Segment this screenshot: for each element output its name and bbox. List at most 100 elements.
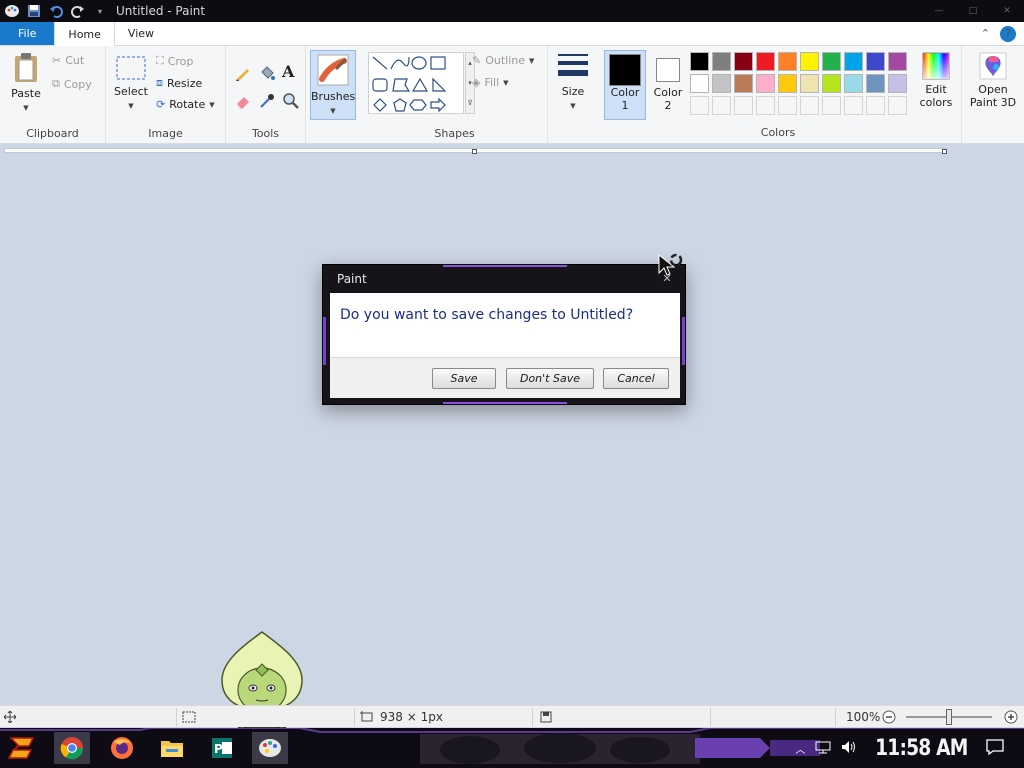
dont-save-button[interactable]: Don't Save [506,368,594,389]
canvas-area[interactable] [0,145,1024,705]
save-button[interactable]: Save [432,368,496,389]
close-button[interactable]: ✕ [990,0,1024,22]
image-size-text: 938 × 1px [380,710,443,724]
custom-color-slot[interactable] [734,96,753,115]
custom-color-slot[interactable] [778,96,797,115]
outline-button[interactable]: ✎ Outline ▼ [472,54,534,67]
taskbar-publisher[interactable]: P [204,732,240,764]
maximize-button[interactable]: □ [956,0,990,22]
redo-icon[interactable] [70,3,86,19]
palette-swatch[interactable] [844,52,863,71]
crop-button[interactable]: ⛶ Crop [156,54,193,68]
palette-swatch[interactable] [690,74,709,93]
color1-button[interactable]: Color 1 [604,50,646,120]
shapes-gallery[interactable] [368,52,464,114]
start-button[interactable] [4,732,40,764]
palette-swatch[interactable] [888,74,907,93]
firefox-icon [111,737,133,759]
size-button[interactable]: Size ▼ [552,52,594,111]
copy-button[interactable]: ⧉ Copy [52,77,92,91]
zoom-slider[interactable] [906,706,994,728]
custom-color-slot[interactable] [866,96,885,115]
size-dropdown-icon[interactable]: ▼ [570,102,575,110]
palette-swatch[interactable] [844,74,863,93]
undo-icon[interactable] [48,3,64,19]
volume-icon[interactable] [841,740,857,757]
custom-color-slot[interactable] [822,96,841,115]
select-dropdown-icon[interactable]: ▼ [128,102,133,110]
edit-colors-button[interactable]: Edit colors [912,52,960,109]
palette-swatch[interactable] [756,52,775,71]
eraser-icon[interactable] [234,92,252,110]
fill-bucket-icon[interactable] [258,64,276,82]
notifications-icon[interactable] [986,738,1004,758]
select-button[interactable]: Select ▼ [112,54,150,111]
zoom-out-button[interactable] [882,706,896,728]
tray-overflow-icon[interactable]: ︿ [795,741,805,756]
brushes-dropdown-icon[interactable]: ▼ [330,107,335,115]
cut-button[interactable]: ✂ Cut [52,54,84,67]
taskbar-chrome[interactable] [54,732,90,764]
rotate-button[interactable]: ⟳ Rotate ▼ [156,98,215,111]
brushes-button[interactable]: Brushes ▼ [310,50,356,120]
resize-icon: ⧈ [156,76,163,89]
palette-swatch[interactable] [866,52,885,71]
tab-view[interactable]: View [115,22,167,45]
line-shape-icon [372,56,388,70]
taskbar-paint[interactable] [252,732,288,764]
palette-swatch[interactable] [712,74,731,93]
palette-swatch[interactable] [778,74,797,93]
rectangle-shape-icon [430,56,446,70]
taskbar-firefox[interactable] [104,732,140,764]
custom-color-slot[interactable] [844,96,863,115]
palette-swatch[interactable] [866,74,885,93]
help-icon[interactable]: ? [1000,25,1016,42]
palette-swatch[interactable] [712,52,731,71]
text-tool-icon[interactable]: A [282,62,294,81]
zoom-slider-thumb[interactable] [946,709,952,725]
collapse-ribbon-icon[interactable]: ⌃ [981,27,990,40]
palette-swatch[interactable] [734,52,753,71]
palette-swatch[interactable] [822,74,841,93]
pentagon-shape-icon [393,98,407,112]
paste-button[interactable]: Paste ▼ [6,52,46,113]
custom-color-slot[interactable] [690,96,709,115]
resize-button[interactable]: ⧈ Resize [156,76,202,90]
network-icon[interactable] [815,740,831,757]
custom-color-slot[interactable] [888,96,907,115]
customize-toolbar-icon[interactable]: ▾ [92,3,108,19]
color-spectrum-icon [922,52,950,80]
palette-swatch[interactable] [690,52,709,71]
palette-swatch[interactable] [888,52,907,71]
minimize-button[interactable]: — [922,0,956,22]
palette-swatch[interactable] [822,52,841,71]
open-paint3d-button[interactable]: Open Paint 3D [964,52,1022,109]
rounded-rectangle-shape-icon [372,78,388,92]
palette-swatch[interactable] [778,52,797,71]
palette-swatch[interactable] [800,52,819,71]
custom-color-slot[interactable] [756,96,775,115]
magnifier-icon[interactable] [282,92,300,110]
dialog-body: Do you want to save changes to Untitled? [330,293,680,357]
taskbar-file-explorer[interactable] [154,732,190,764]
palette-swatch[interactable] [756,74,775,93]
clock[interactable]: 11:58 AM [876,736,969,761]
tab-file[interactable]: File [0,22,55,45]
palette-swatch[interactable] [800,74,819,93]
rotate-dropdown-icon[interactable]: ▼ [209,101,214,109]
paste-dropdown-icon[interactable]: ▼ [23,104,28,112]
image-group: Select ▼ ⛶ Crop ⧈ Resize ⟳ Rotate ▼ Imag… [106,46,226,144]
cancel-button[interactable]: Cancel [603,368,669,389]
custom-color-slot[interactable] [800,96,819,115]
color-picker-icon[interactable] [258,92,276,110]
color2-button[interactable]: Color 2 [648,50,688,120]
canvas-resize-handle-right[interactable] [472,149,477,154]
pencil-icon[interactable] [234,64,252,82]
save-icon[interactable] [26,3,42,19]
palette-swatch[interactable] [734,74,753,93]
custom-color-slot[interactable] [712,96,731,115]
zoom-in-button[interactable] [1004,706,1018,728]
fill-button[interactable]: ◈ Fill ▼ [472,76,509,89]
tab-home[interactable]: Home [54,22,115,47]
canvas-resize-handle-corner[interactable] [942,149,947,154]
